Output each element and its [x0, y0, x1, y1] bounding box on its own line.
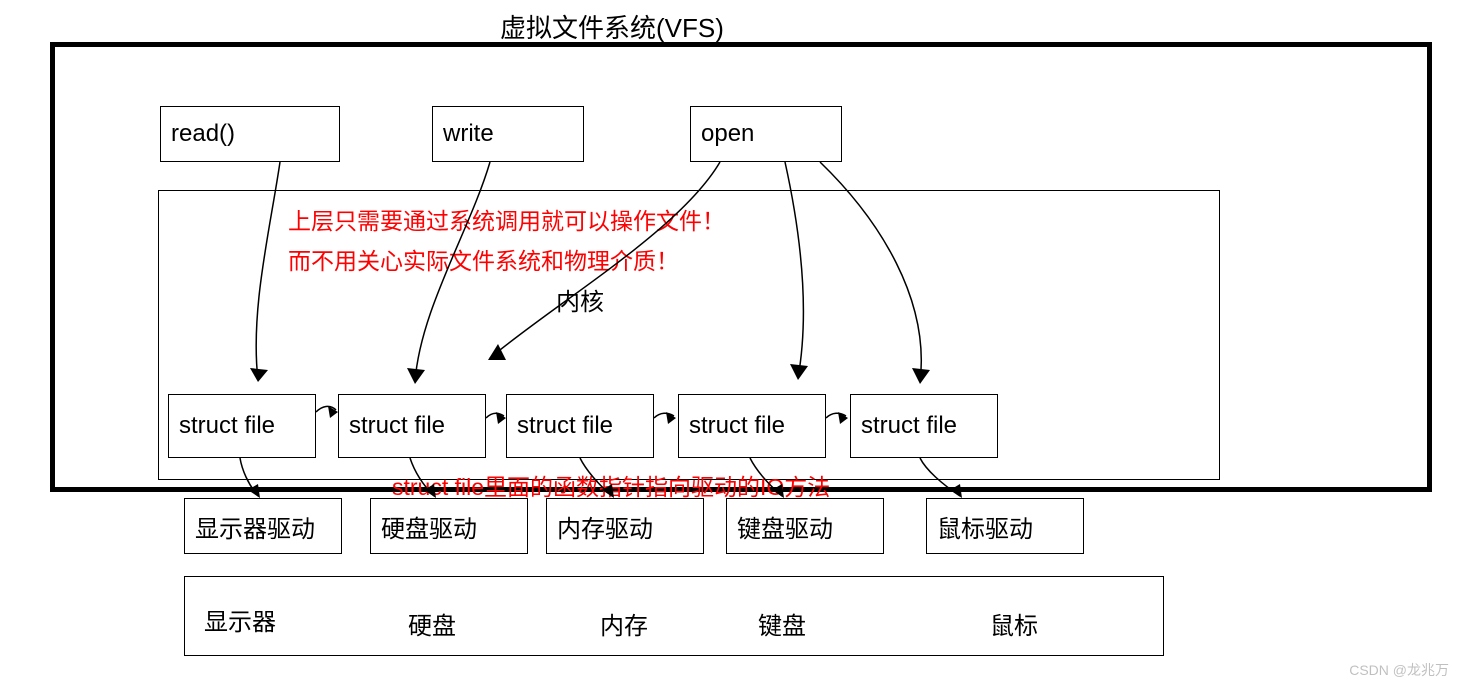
driver-disk: 硬盘驱动 [370, 498, 528, 554]
struct-note: struct file里面的函数指针指向驱动的IO方法 [392, 468, 830, 502]
device-display: 显示器 [204, 602, 276, 637]
device-keyboard: 键盘 [758, 606, 806, 641]
struct-file-0: struct file [168, 394, 316, 458]
diagram-title: 虚拟文件系统(VFS) [500, 8, 724, 45]
driver-keyboard-label: 键盘驱动 [737, 509, 833, 544]
driver-mouse: 鼠标驱动 [926, 498, 1084, 554]
note-line2: 而不用关心实际文件系统和物理介质！ [288, 242, 679, 276]
driver-display: 显示器驱动 [184, 498, 342, 554]
driver-memory-label: 内存驱动 [557, 509, 653, 544]
note-line1: 上层只需要通过系统调用就可以操作文件！ [288, 202, 725, 236]
driver-display-label: 显示器驱动 [195, 509, 315, 544]
syscall-write-label: write [443, 120, 494, 148]
kernel-label: 内核 [556, 282, 604, 317]
device-mouse: 鼠标 [990, 606, 1038, 641]
struct-file-3-label: struct file [689, 412, 785, 440]
struct-file-4: struct file [850, 394, 998, 458]
syscall-open-box: open [690, 106, 842, 162]
syscall-read-label: read() [171, 120, 235, 148]
struct-file-2-label: struct file [517, 412, 613, 440]
driver-memory: 内存驱动 [546, 498, 704, 554]
struct-file-3: struct file [678, 394, 826, 458]
syscall-write-box: write [432, 106, 584, 162]
struct-file-0-label: struct file [179, 412, 275, 440]
device-disk: 硬盘 [408, 606, 456, 641]
syscall-open-label: open [701, 120, 754, 148]
driver-keyboard: 键盘驱动 [726, 498, 884, 554]
watermark: CSDN @龙兆万 [1349, 660, 1449, 680]
struct-file-1-label: struct file [349, 412, 445, 440]
driver-mouse-label: 鼠标驱动 [937, 509, 1033, 544]
syscall-read-box: read() [160, 106, 340, 162]
struct-file-1: struct file [338, 394, 486, 458]
struct-file-4-label: struct file [861, 412, 957, 440]
struct-file-2: struct file [506, 394, 654, 458]
device-memory: 内存 [600, 606, 648, 641]
driver-disk-label: 硬盘驱动 [381, 509, 477, 544]
